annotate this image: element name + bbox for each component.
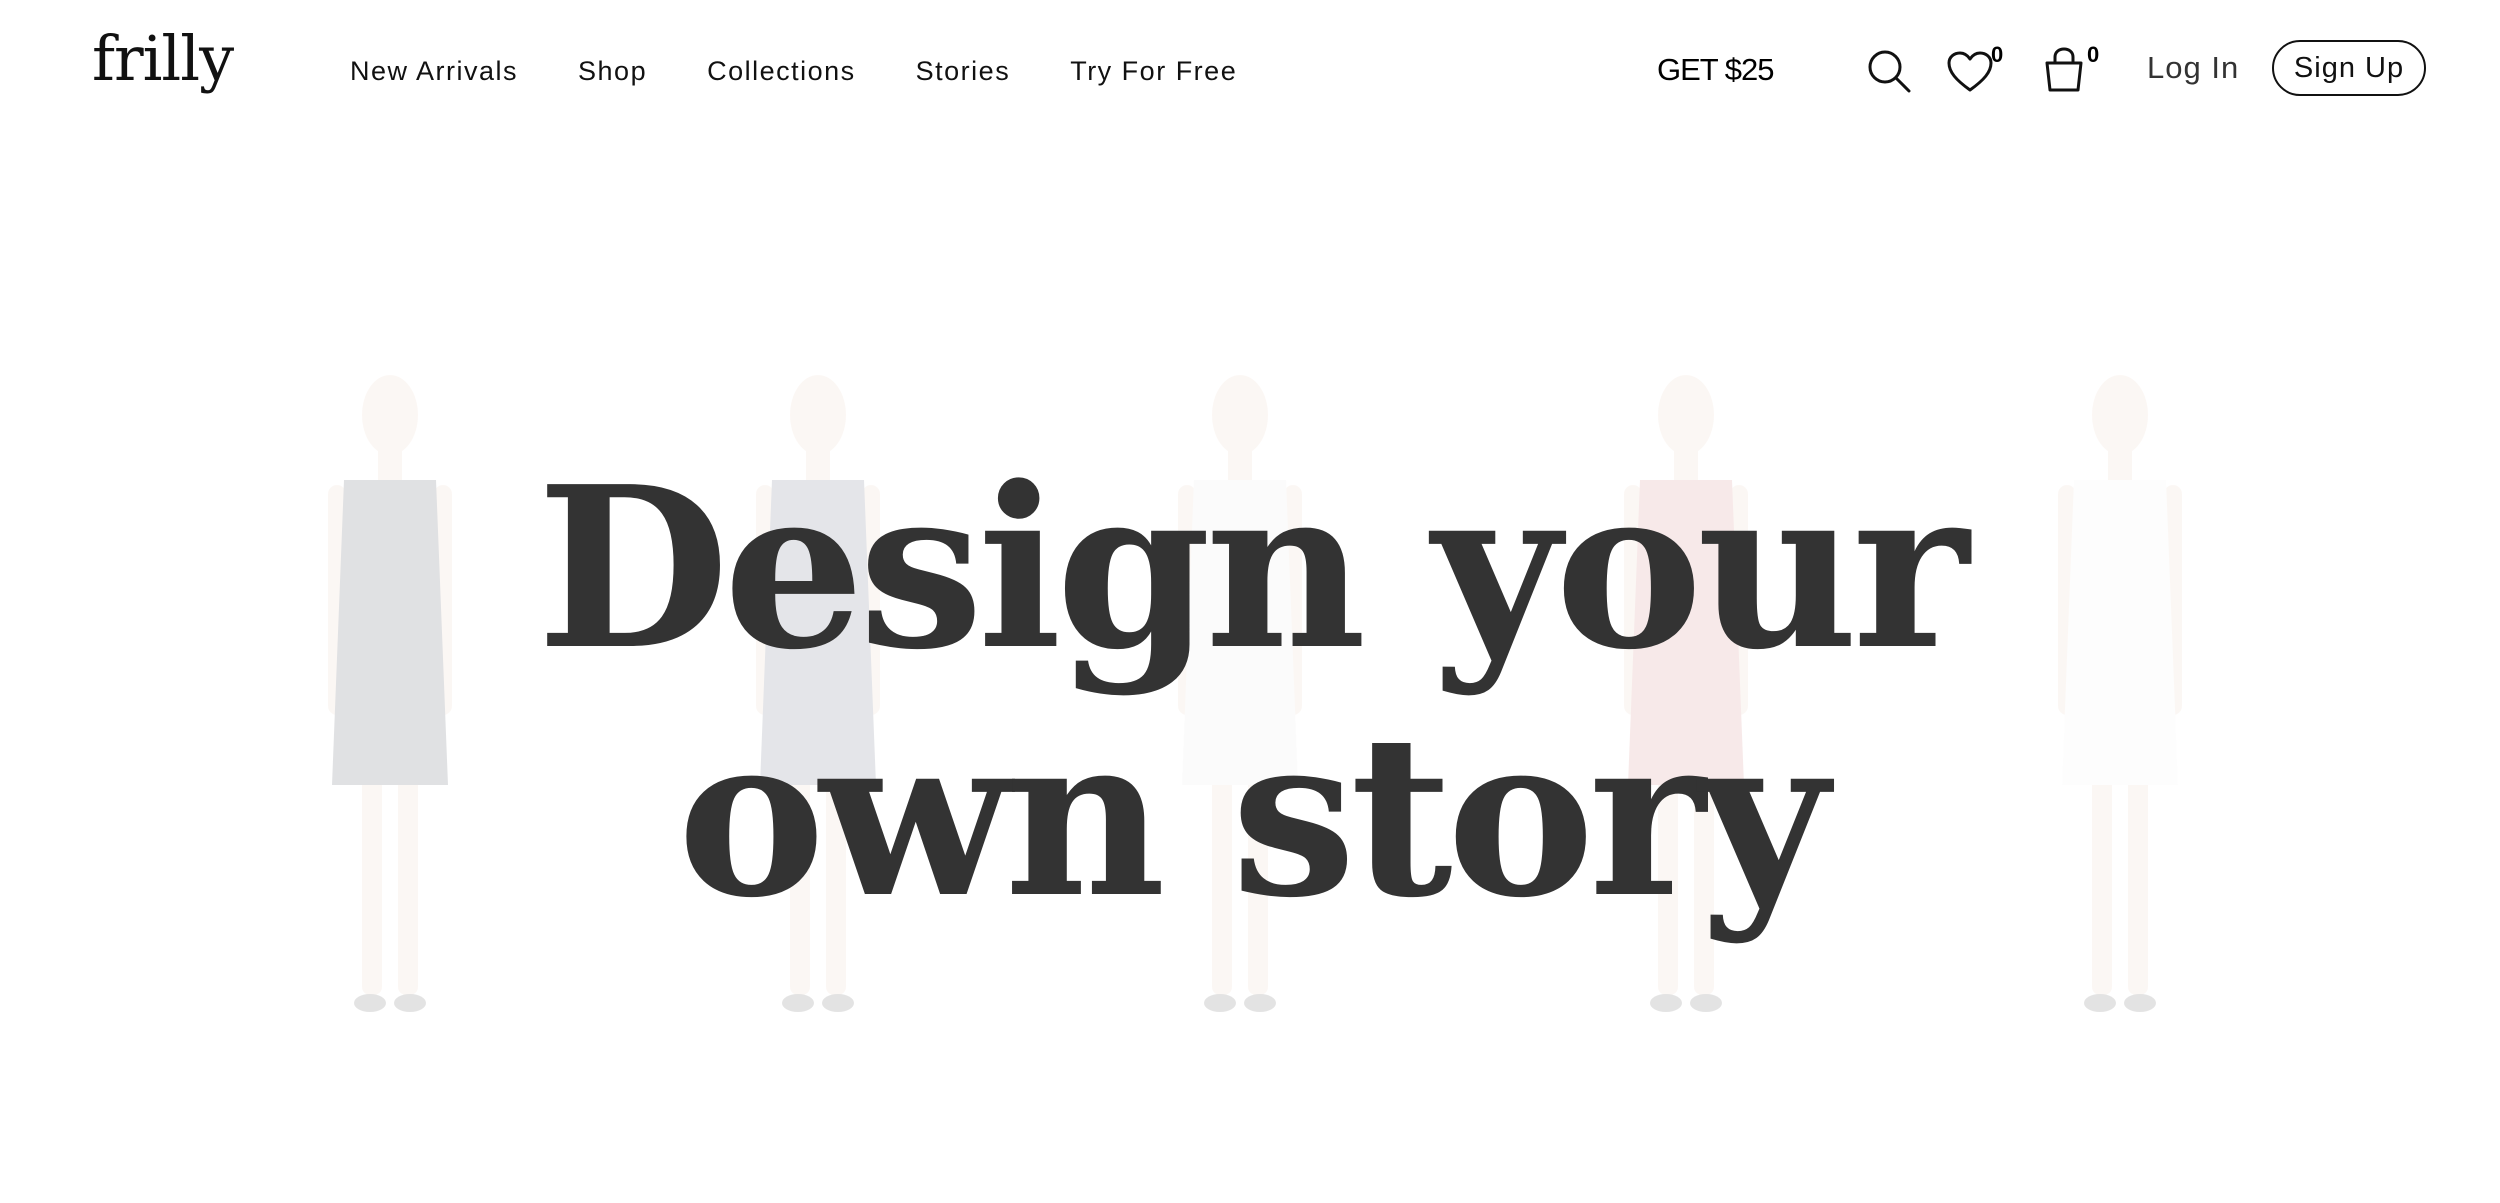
- nav-try-for-free[interactable]: Try For Free: [1070, 56, 1237, 87]
- wishlist-count-badge: 0: [1991, 42, 2004, 67]
- login-link[interactable]: Log In: [2147, 50, 2239, 86]
- search-icon: [1868, 50, 1911, 93]
- site-header: frilly New Arrivals Shop Collections Sto…: [0, 0, 2500, 140]
- search-button[interactable]: [1866, 48, 1912, 94]
- shopping-bag-icon: [2045, 47, 2083, 92]
- wishlist-button[interactable]: [1946, 50, 1994, 94]
- nav-new-arrivals[interactable]: New Arrivals: [350, 56, 518, 87]
- hero-headline: Design your own story: [0, 445, 2500, 941]
- main-nav: New Arrivals Shop Collections Stories Tr…: [350, 56, 1297, 87]
- nav-stories[interactable]: Stories: [916, 56, 1011, 87]
- promo-get-25-link[interactable]: GET $25: [1657, 52, 1775, 88]
- headline-line-1: Design your: [536, 439, 1969, 699]
- logo[interactable]: frilly: [92, 28, 234, 90]
- cart-count-badge: 0: [2087, 42, 2100, 67]
- nav-collections[interactable]: Collections: [707, 56, 856, 87]
- signup-button[interactable]: Sign Up: [2272, 40, 2426, 96]
- nav-shop[interactable]: Shop: [578, 56, 647, 87]
- headline-line-2: own story: [677, 687, 1828, 947]
- cart-button[interactable]: [2042, 46, 2086, 94]
- heart-icon: [1947, 51, 1993, 92]
- hero-banner: Design your own story: [0, 140, 2500, 1203]
